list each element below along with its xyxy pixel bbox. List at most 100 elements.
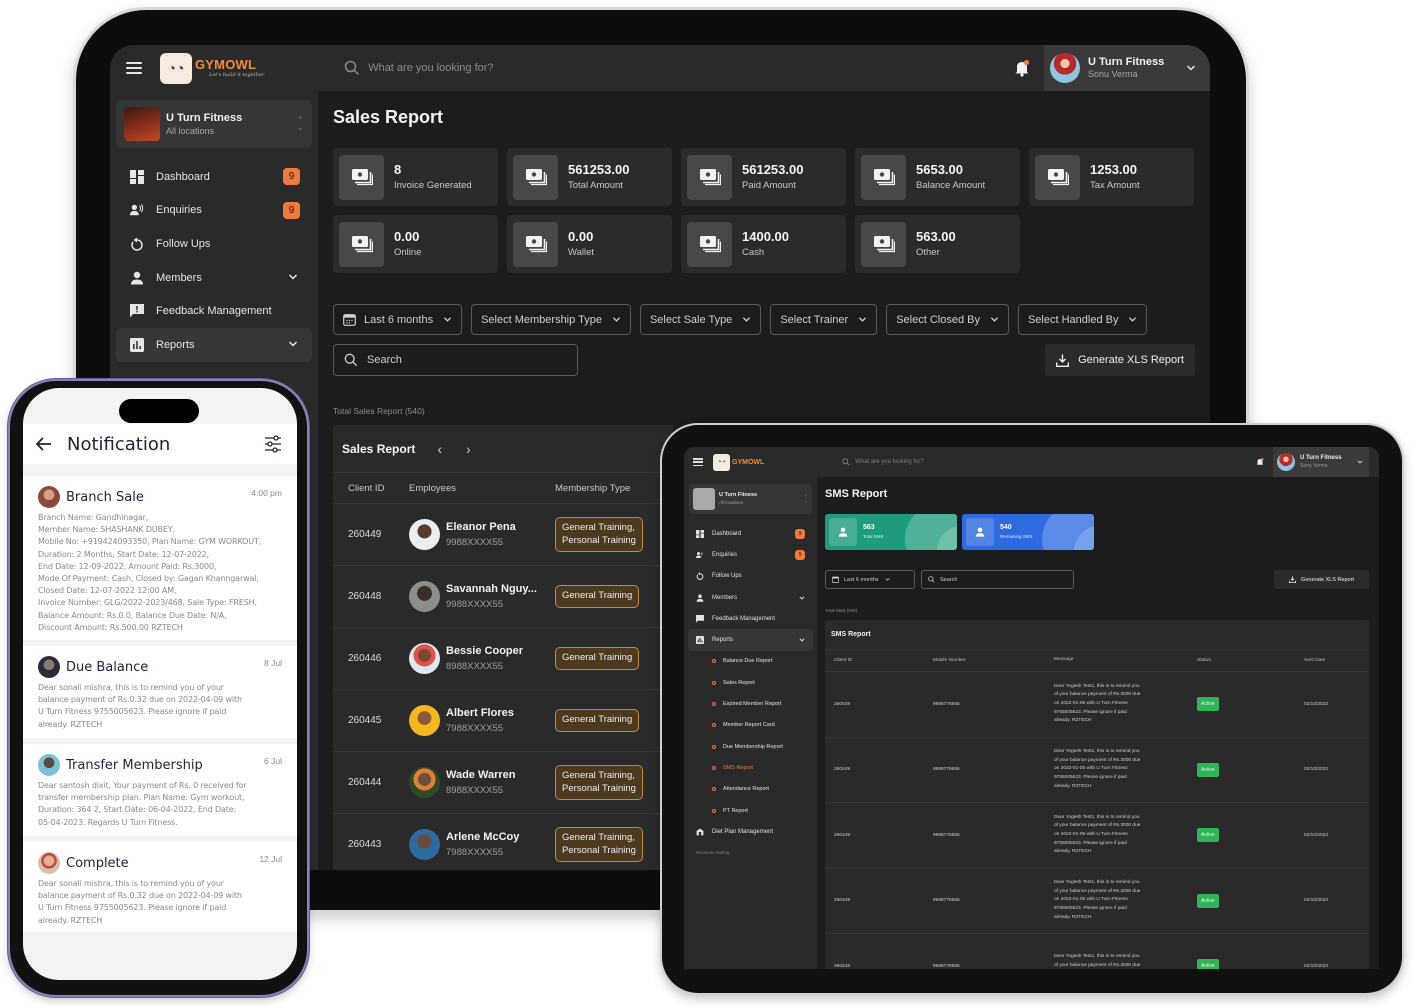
sidebar-item-members[interactable]: Members — [688, 587, 813, 608]
notification-body-line: Dear sonali mishra, this is to remind yo… — [38, 879, 224, 888]
sidebar-item-enquiries[interactable]: Enquiries 9 — [688, 544, 813, 565]
stat-text: 0.00 Wallet — [568, 228, 594, 259]
sales-search-input[interactable]: Search — [333, 344, 578, 376]
column-header[interactable]: Client ID — [825, 658, 933, 663]
notification-item[interactable]: Complete 12 Jul Dear sonali mishra, this i… — [23, 842, 297, 932]
brand-logo[interactable]: ◔◔ GYMOWL Let's build it together — [160, 52, 265, 84]
global-search-placeholder: What are you looking for? — [368, 62, 494, 74]
column-header[interactable]: Membership Type — [555, 483, 630, 494]
sidebar-subitem-sms-report[interactable]: SMS Report — [712, 757, 817, 778]
stat-text: 561253.00 Paid Amount — [742, 161, 803, 192]
money-icon — [687, 221, 732, 267]
sidebar-subitem-balance-due-report[interactable]: Balance Due Report — [712, 651, 817, 672]
membership-type-dropdown[interactable]: Select Membership Type — [471, 304, 631, 335]
sidebar-subitem-member-report-card[interactable]: Member Report Card — [712, 715, 817, 736]
table-row[interactable]: 260449 Eleanor Pena 9988XXXX55 General Trai… — [333, 504, 673, 566]
sidebar-subitem-pt-report[interactable]: PT Report — [712, 800, 817, 821]
branch-selector[interactable]: U Turn Fitness All locations ⌃ ⌄ — [116, 100, 312, 148]
generate-xls-button[interactable]: Generate XLS Report — [1274, 570, 1369, 589]
table-row[interactable]: 260449 9988776655 Dear Yogesh Test1, this … — [825, 803, 1369, 869]
date-range-dropdown[interactable]: Last 6 months — [825, 570, 915, 589]
table-row[interactable]: 260443 Arlene McCoy 7988XXXX55 General Trai… — [333, 814, 673, 870]
column-header[interactable]: Client ID — [333, 483, 409, 494]
table-row[interactable]: 260448 Savannah Nguy... 9988XXXX55 General … — [333, 566, 673, 628]
table-row[interactable]: 260449 9988776655 Dear Yogesh Test1, this … — [825, 738, 1369, 803]
user-menu[interactable]: U Turn Fitness Sonu Verma — [1044, 45, 1210, 91]
chevron-down-icon — [799, 637, 805, 643]
diet-plan-icon — [696, 828, 704, 836]
generate-xls-button[interactable]: Generate XLS Report — [1045, 344, 1195, 376]
table-row[interactable]: 260449 9988776655 Dear Yogesh Test1, this … — [825, 672, 1369, 738]
table-row[interactable]: 260449 9988776655 Dear Yogesh Test1, this … — [825, 869, 1369, 934]
notification-title: Notification — [67, 433, 171, 455]
next-page-button[interactable]: › — [466, 441, 471, 457]
column-header[interactable]: Status — [1197, 658, 1304, 663]
generate-xls-label: Generate XLS Report — [1078, 354, 1184, 366]
notification-item[interactable]: Due Balance 8 Jul Dear sonali mishra, this… — [23, 646, 297, 738]
sidebar-item-dashboard[interactable]: Dashboard 9 — [116, 160, 312, 194]
column-header[interactable]: Mobile Number — [933, 658, 1054, 663]
column-header[interactable]: Employees — [409, 483, 555, 494]
prev-page-button[interactable]: ‹ — [437, 441, 442, 457]
notification-bell-icon[interactable] — [1014, 59, 1030, 77]
table-row[interactable]: 260444 Wade Warren 8988XXXX55 General Train… — [333, 752, 673, 814]
global-search-input[interactable]: What are you looking for? — [842, 458, 924, 466]
branch-selector[interactable]: U Turn Fitness All locations ⌃ ⌄ — [689, 484, 812, 514]
sidebar-item-reports[interactable]: Reports — [688, 629, 813, 651]
sidebar-item-label: Feedback Management — [156, 305, 272, 318]
sidebar-item-feedback[interactable]: Feedback Management — [116, 294, 312, 328]
column-header[interactable]: Sent Date — [1304, 658, 1325, 663]
sale-type-dropdown[interactable]: Select Sale Type — [639, 304, 762, 335]
message: Dear Yogesh Test1, this is to remind you… — [1054, 683, 1197, 726]
message-line: already. RZTECH — [1054, 783, 1092, 789]
user-menu[interactable]: U Turn Fitness Sonu Verma — [1273, 447, 1369, 477]
membership-cell: General Training, Personal Training — [555, 516, 643, 553]
brand-tagline: Let's build it together — [209, 72, 265, 78]
membership-type-badge: General Training, Personal Training — [555, 516, 643, 553]
sidebar-item-diet-plan-management[interactable]: Diet Plan Management — [688, 821, 813, 842]
stat-card: 5653.00 Balance Amount — [855, 148, 1020, 206]
brand-logo[interactable]: ◔◔ GYMOWL — [713, 453, 764, 471]
message-line: of your balance payment of Rs.3000 due — [1054, 888, 1141, 894]
sidebar-subitem-label: SMS Report — [723, 764, 753, 771]
table-row[interactable]: 260449 9988776655 Dear Yogesh Test1, this … — [825, 934, 1369, 969]
stat-card: 561253.00 Total Amount — [507, 148, 672, 206]
table-row[interactable]: 260446 Bessie Cooper 8988XXXX55 General Tra… — [333, 628, 673, 690]
notification-item[interactable]: Branch Sale 4:00 pm Branch Name: Gandhinag… — [23, 476, 297, 640]
sidebar-subitem-sales-report[interactable]: Sales Report — [712, 672, 817, 693]
trainer-dropdown[interactable]: Select Trainer — [770, 304, 878, 335]
sidebar-item-follow-ups[interactable]: Follow Ups — [688, 566, 813, 587]
column-header[interactable]: Message — [1054, 656, 1197, 665]
sidebar-subitem-expired-member-report[interactable]: Expired Member Report — [712, 693, 817, 714]
sms-search-input[interactable]: Search — [921, 570, 1074, 589]
message-line: Dear Yogesh Test1, this is to remind you — [1054, 954, 1140, 960]
sidebar-item-follow-ups[interactable]: Follow Ups — [116, 227, 312, 261]
sidebar-subitem-due-membership-report[interactable]: Due Membership Report — [712, 736, 817, 757]
notification-body-line: Closed Date: 12-07-2022 12:00 AM, — [38, 586, 177, 596]
handled-by-dropdown[interactable]: Select Handled By — [1017, 304, 1148, 335]
sidebar-item-enquiries[interactable]: Enquiries 9 — [116, 194, 312, 228]
branch-name: U Turn Fitness — [166, 111, 243, 124]
employee-avatar — [409, 643, 440, 674]
global-search-input[interactable]: What are you looking for? — [344, 60, 904, 76]
sidebar-subitem-attendance-report[interactable]: Attendance Report — [712, 779, 817, 800]
sidebar-item-members[interactable]: Members — [116, 261, 312, 295]
filter-sliders-icon[interactable] — [264, 435, 282, 453]
menu-icon[interactable] — [126, 62, 142, 74]
table-row[interactable]: 260445 Albert Flores 7988XXXX55 General Tra… — [333, 690, 673, 752]
brand-name: GYMOWL — [195, 57, 257, 72]
message-line: of your balance payment of Rs.3000 due — [1054, 962, 1141, 968]
notification-item[interactable]: Transfer Membership 6 Jul Dear santosh dix… — [23, 744, 297, 836]
menu-icon[interactable] — [693, 458, 703, 466]
stat-text: 8 Invoice Generated — [394, 161, 472, 192]
sidebar-item-reports[interactable]: Reports — [116, 327, 312, 362]
notification-bell-icon[interactable] — [1256, 457, 1264, 467]
date-range-dropdown[interactable]: Last 6 months — [333, 304, 463, 335]
back-arrow-icon[interactable] — [35, 435, 53, 453]
status-badge: Active — [1197, 828, 1219, 843]
sidebar-subitem-label: Expired Member Report — [723, 701, 782, 708]
sidebar-item-dashboard[interactable]: Dashboard 9 — [688, 523, 813, 544]
sidebar-item-feedback-management[interactable]: Feedback Management — [688, 608, 813, 629]
closed-by-dropdown[interactable]: Select Closed By — [886, 304, 1009, 335]
notification-time: 4:00 pm — [251, 488, 282, 498]
